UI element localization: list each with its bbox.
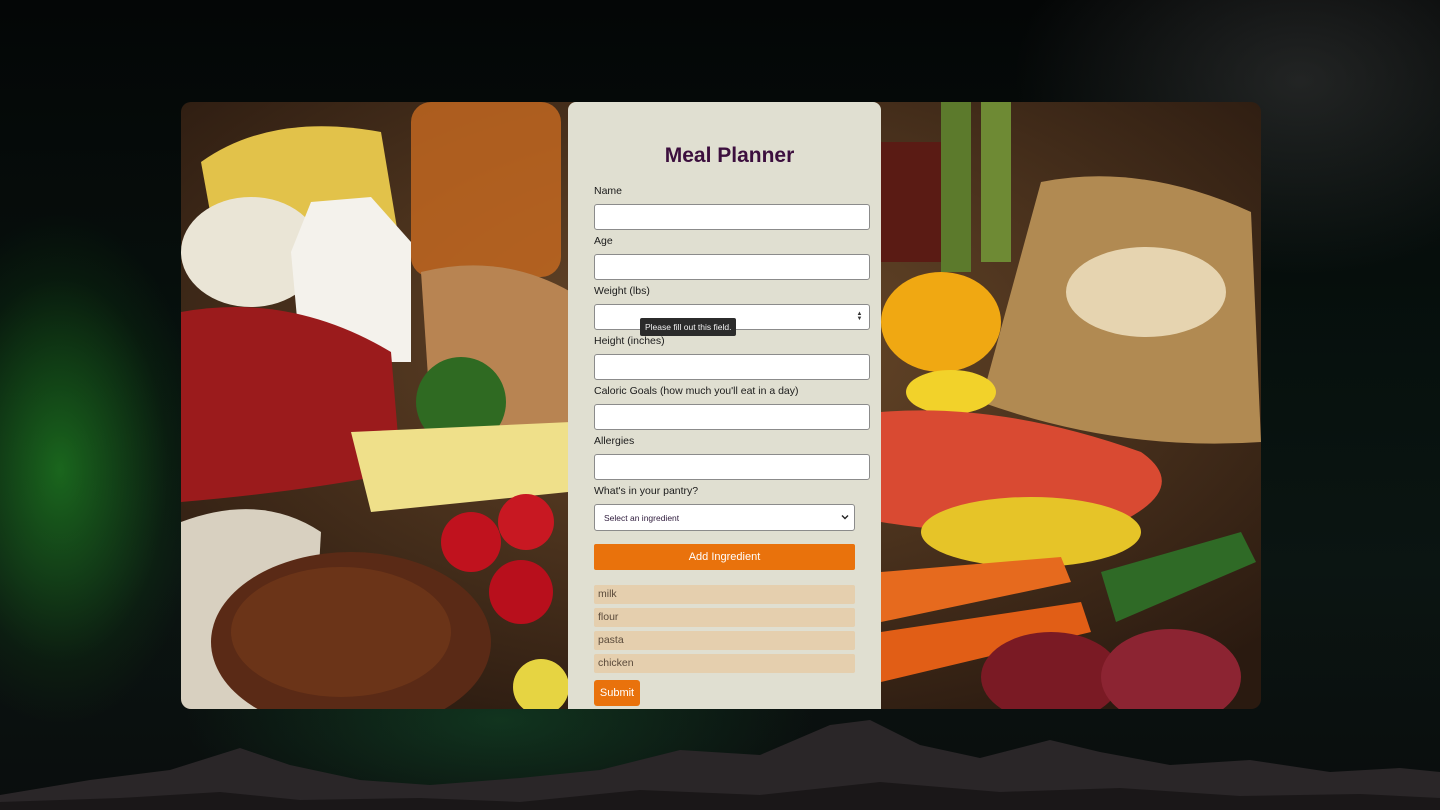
ingredient-select-value: Select an ingredient <box>604 513 680 523</box>
age-input[interactable] <box>594 254 870 280</box>
age-label: Age <box>594 235 613 247</box>
pantry-item[interactable]: flour <box>594 608 855 627</box>
validation-tooltip: Please fill out this field. <box>640 318 737 336</box>
spinner-icon[interactable]: ▲ ▼ <box>856 311 863 322</box>
ingredient-select[interactable]: Select an ingredient <box>594 504 855 531</box>
name-label: Name <box>594 185 623 197</box>
mountain-silhouette <box>0 720 1440 810</box>
meal-planner-form: Meal Planner Name Age Weight (lbs) ▲ ▼ Pl… <box>568 102 881 709</box>
weight-label: Weight (lbs) <box>594 285 650 297</box>
page-title: Meal Planner <box>664 144 795 167</box>
name-input[interactable] <box>594 204 870 230</box>
desktop-background: Meal Planner Name Age Weight (lbs) ▲ ▼ Pl… <box>0 0 1440 810</box>
pantry-item[interactable]: chicken <box>594 654 855 673</box>
pantry-label: What's in your pantry? <box>594 485 699 497</box>
add-ingredient-button[interactable]: Add Ingredient <box>594 544 855 570</box>
pantry-list: milk flour pasta chicken <box>594 585 855 673</box>
allergies-label: Allergies <box>594 435 635 447</box>
calories-input[interactable] <box>594 404 870 430</box>
allergies-input[interactable] <box>594 454 870 480</box>
pantry-item[interactable]: milk <box>594 585 855 604</box>
height-input[interactable] <box>594 354 870 380</box>
weight-field: ▲ ▼ Please fill out this field. <box>594 304 870 336</box>
height-label: Height (inches) <box>594 335 665 347</box>
app-window: Meal Planner Name Age Weight (lbs) ▲ ▼ Pl… <box>181 102 1261 709</box>
calories-label: Caloric Goals (how much you'll eat in a … <box>594 385 799 397</box>
chevron-down-icon <box>841 515 849 520</box>
pantry-item[interactable]: pasta <box>594 631 855 650</box>
submit-button[interactable]: Submit <box>594 680 640 706</box>
